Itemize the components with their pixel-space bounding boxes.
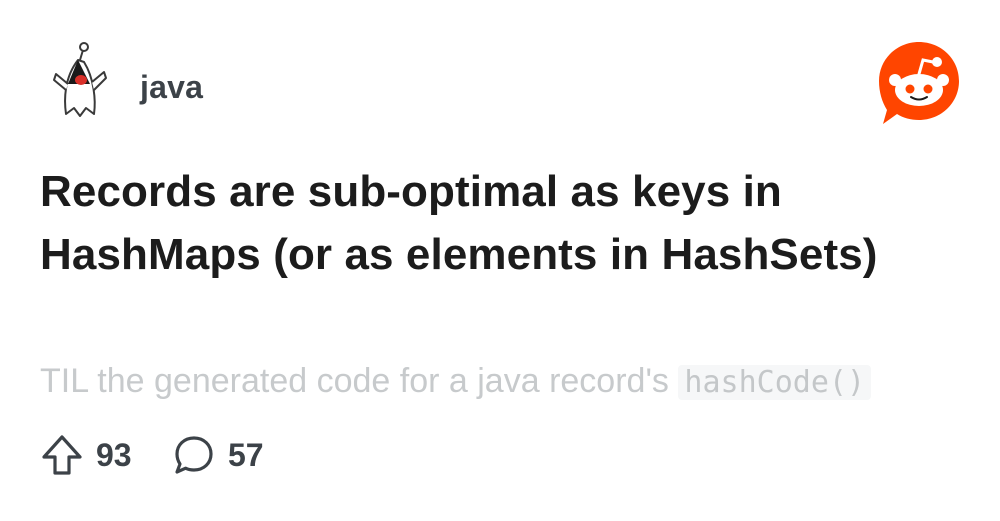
upvote-count: 93 — [96, 436, 132, 473]
reddit-logo-icon[interactable] — [877, 40, 961, 126]
comment-bubble-icon[interactable] — [172, 433, 216, 477]
comment-count: 57 — [228, 436, 264, 473]
upvote-arrow-icon[interactable] — [40, 433, 84, 477]
post-preview-code: hashCode() — [678, 365, 872, 400]
title-fade-overlay — [40, 278, 960, 348]
comment-stat[interactable]: 57 — [172, 430, 264, 480]
post-title[interactable]: Records are sub-optimal as keys in HashM… — [40, 160, 960, 286]
post-preview-text: TIL the generated code for a java record… — [40, 362, 679, 400]
upvote-stat[interactable]: 93 — [40, 430, 132, 480]
post-card[interactable]: java Records are sub-optimal as keys in … — [0, 0, 1000, 521]
duke-mascot-icon[interactable] — [50, 40, 110, 122]
subreddit-name[interactable]: java — [140, 69, 203, 106]
post-preview: TIL the generated code for a java record… — [40, 358, 960, 404]
post-title-block[interactable]: Records are sub-optimal as keys in HashM… — [40, 160, 960, 348]
post-header: java — [40, 40, 960, 130]
post-stats: 93 57 — [40, 430, 440, 480]
